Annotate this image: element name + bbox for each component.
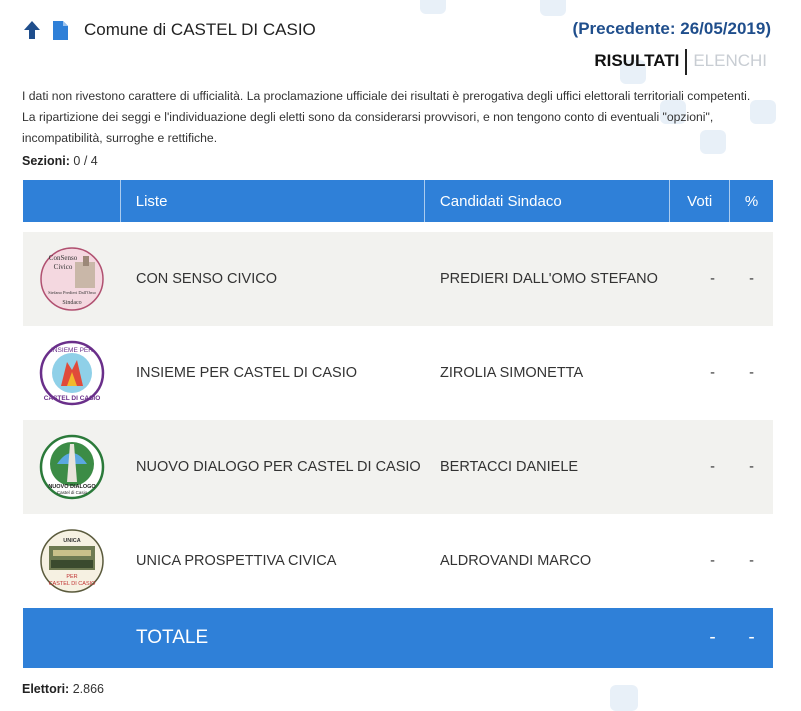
totale-voti: - — [709, 627, 716, 648]
arrow-up-icon[interactable] — [22, 18, 42, 42]
header-bar: Comune di CASTEL DI CASIO — [22, 18, 316, 42]
list-logo-consenso: ConSenso Civico Stefano Predieri Dall'Om… — [23, 232, 120, 326]
logo-text: CASTEL DI CASIO — [43, 395, 100, 402]
list-logo-unica: UNICA PER CASTEL DI CASIO — [23, 514, 120, 608]
elettori-value: 2.866 — [72, 682, 104, 696]
logo-text: Castel di Casio — [56, 490, 87, 495]
candidato-name: PREDIERI DALL'OMO STEFANO — [440, 271, 658, 287]
page-title: Comune di CASTEL DI CASIO — [84, 20, 316, 39]
percent-value: - — [749, 365, 754, 381]
logo-text: Civico — [53, 263, 72, 271]
candidato-name: ZIROLIA SIMONETTA — [440, 365, 584, 381]
lista-name: CON SENSO CIVICO — [136, 271, 277, 287]
elettori-label: Elettori: — [22, 682, 70, 696]
header-percent: % — [729, 180, 773, 222]
voti-value: - — [710, 459, 715, 475]
table-row[interactable]: NUOVO DIALOGO Castel di Casio NUOVO DIAL… — [23, 420, 773, 514]
table-row[interactable]: UNICA PER CASTEL DI CASIO UNICA PROSPETT… — [23, 514, 773, 608]
logo-text: PER — [66, 574, 77, 580]
background-tile — [610, 685, 638, 711]
header-liste: Liste — [119, 180, 424, 222]
elettori-info: Elettori: 2.866 — [22, 682, 104, 696]
voti-value: - — [710, 365, 715, 381]
tab-bar: RISULTATI ELENCHI — [592, 49, 769, 75]
candidato-name: ALDROVANDI MARCO — [440, 553, 592, 569]
sezioni-value: 0 / 4 — [73, 154, 98, 168]
totale-percent: - — [748, 627, 755, 648]
header-voti: Voti — [669, 180, 729, 222]
precedente-link[interactable]: (Precedente: 26/05/2019) — [573, 19, 771, 39]
logo-text: ConSenso — [48, 254, 77, 262]
header-candidati: Candidati Sindaco — [423, 180, 669, 222]
lista-name: UNICA PROSPETTIVA CIVICA — [136, 553, 337, 569]
logo-text: UNICA — [63, 538, 80, 544]
logo-text: CASTEL DI CASIO — [48, 581, 96, 587]
list-logo-nuovo-dialogo: NUOVO DIALOGO Castel di Casio — [23, 420, 120, 514]
percent-value: - — [749, 459, 754, 475]
disclaimer-text: I dati non rivestono carattere di uffici… — [22, 89, 751, 145]
sezioni-label: Sezioni: — [22, 154, 70, 168]
logo-text: INSIEME PER — [51, 347, 93, 354]
header-logo-cell — [23, 180, 120, 222]
lista-name: INSIEME PER CASTEL DI CASIO — [136, 365, 358, 381]
table-row[interactable]: INSIEME PER CASTEL DI CASIO INSIEME PER … — [23, 326, 773, 420]
sezioni-info: Sezioni: 0 / 4 — [22, 154, 98, 168]
results-table: Liste Candidati Sindaco Voti % ConSenso … — [23, 180, 773, 668]
lista-name: NUOVO DIALOGO PER CASTEL DI CASIO — [136, 459, 421, 475]
background-tile — [540, 0, 566, 16]
table-row[interactable]: ConSenso Civico Stefano Predieri Dall'Om… — [23, 232, 773, 326]
percent-value: - — [749, 553, 754, 569]
totale-row: TOTALE - - — [23, 608, 773, 668]
logo-text: Sindaco — [62, 300, 81, 306]
background-tile — [420, 0, 446, 14]
tab-risultati[interactable]: RISULTATI — [592, 49, 688, 75]
voti-value: - — [710, 553, 715, 569]
totale-label: TOTALE — [136, 627, 209, 648]
percent-value: - — [749, 271, 754, 287]
voti-value: - — [710, 271, 715, 287]
tab-elenchi[interactable]: ELENCHI — [691, 49, 769, 75]
logo-text: Stefano Predieri Dall'Omo — [48, 290, 97, 295]
document-icon[interactable] — [50, 18, 70, 42]
table-header: Liste Candidati Sindaco Voti % — [23, 180, 773, 222]
candidato-name: BERTACCI DANIELE — [440, 459, 579, 475]
list-logo-insieme: INSIEME PER CASTEL DI CASIO — [23, 326, 120, 420]
